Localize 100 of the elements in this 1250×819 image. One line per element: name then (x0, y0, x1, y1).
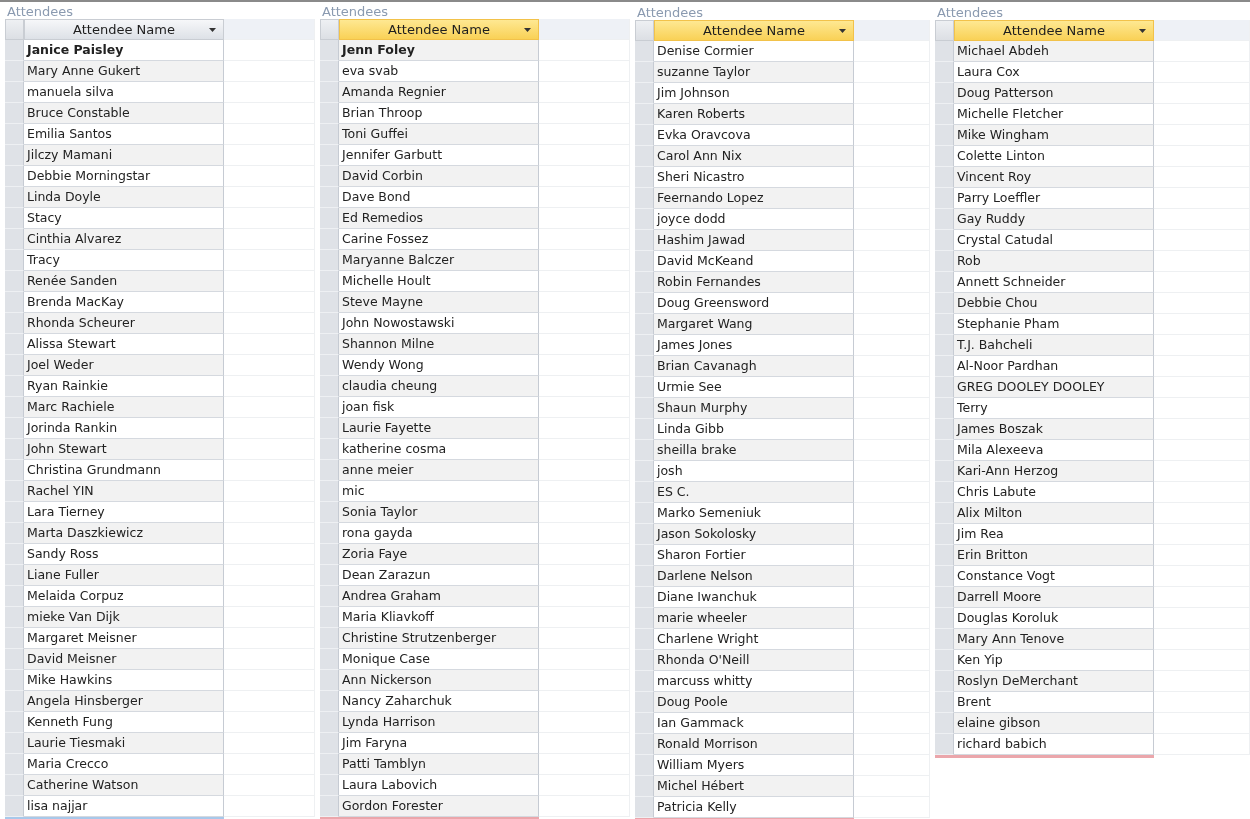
row-selector[interactable] (5, 775, 24, 796)
row-selector[interactable] (635, 545, 654, 566)
select-all-corner[interactable] (5, 19, 24, 40)
row-selector[interactable] (935, 41, 954, 62)
row-selector[interactable] (935, 545, 954, 566)
row-selector[interactable] (5, 229, 24, 250)
row-selector[interactable] (935, 503, 954, 524)
row-selector[interactable] (935, 125, 954, 146)
row-selector[interactable] (5, 292, 24, 313)
row-selector[interactable] (935, 440, 954, 461)
row-selector[interactable] (935, 272, 954, 293)
row-selector[interactable] (5, 250, 24, 271)
row-selector[interactable] (635, 62, 654, 83)
row-selector[interactable] (320, 796, 339, 817)
row-selector[interactable] (635, 335, 654, 356)
row-selector[interactable] (320, 166, 339, 187)
row-selector[interactable] (935, 188, 954, 209)
row-selector[interactable] (935, 587, 954, 608)
column-header[interactable]: Attendee Name (954, 20, 1154, 41)
row-selector[interactable] (935, 671, 954, 692)
row-selector[interactable] (935, 713, 954, 734)
row-selector[interactable] (635, 503, 654, 524)
row-selector[interactable] (935, 230, 954, 251)
row-selector[interactable] (320, 229, 339, 250)
row-selector[interactable] (635, 797, 654, 818)
row-selector[interactable] (635, 419, 654, 440)
row-selector[interactable] (5, 397, 24, 418)
row-selector[interactable] (5, 586, 24, 607)
row-selector[interactable] (635, 125, 654, 146)
row-selector[interactable] (320, 775, 339, 796)
row-selector[interactable] (5, 712, 24, 733)
row-selector[interactable] (935, 167, 954, 188)
row-selector[interactable] (5, 796, 24, 817)
row-selector[interactable] (635, 440, 654, 461)
row-selector[interactable] (935, 209, 954, 230)
row-selector[interactable] (635, 734, 654, 755)
row-selector[interactable] (635, 209, 654, 230)
row-selector[interactable] (635, 482, 654, 503)
row-selector[interactable] (635, 755, 654, 776)
row-selector[interactable] (320, 250, 339, 271)
row-selector[interactable] (320, 439, 339, 460)
row-selector[interactable] (320, 733, 339, 754)
select-all-corner[interactable] (635, 20, 654, 41)
row-selector[interactable] (5, 544, 24, 565)
row-selector[interactable] (320, 586, 339, 607)
row-selector[interactable] (935, 356, 954, 377)
row-selector[interactable] (635, 692, 654, 713)
row-selector[interactable] (320, 565, 339, 586)
row-selector[interactable] (935, 377, 954, 398)
new-record-row[interactable] (935, 755, 1154, 758)
row-selector[interactable] (635, 83, 654, 104)
row-selector[interactable] (320, 103, 339, 124)
row-selector[interactable] (635, 629, 654, 650)
row-selector[interactable] (5, 565, 24, 586)
row-selector[interactable] (5, 418, 24, 439)
row-selector[interactable] (5, 607, 24, 628)
row-selector[interactable] (635, 314, 654, 335)
row-selector[interactable] (320, 607, 339, 628)
column-header[interactable]: Attendee Name (339, 19, 539, 40)
select-all-corner[interactable] (935, 20, 954, 41)
row-selector[interactable] (320, 691, 339, 712)
row-selector[interactable] (5, 208, 24, 229)
row-selector[interactable] (935, 650, 954, 671)
row-selector[interactable] (935, 461, 954, 482)
column-header[interactable]: Attendee Name (24, 19, 224, 40)
row-selector[interactable] (935, 629, 954, 650)
row-selector[interactable] (5, 502, 24, 523)
row-selector[interactable] (935, 293, 954, 314)
row-selector[interactable] (320, 460, 339, 481)
row-selector[interactable] (635, 650, 654, 671)
row-selector[interactable] (5, 376, 24, 397)
row-selector[interactable] (935, 419, 954, 440)
row-selector[interactable] (320, 61, 339, 82)
row-selector[interactable] (635, 587, 654, 608)
row-selector[interactable] (5, 628, 24, 649)
row-selector[interactable] (320, 712, 339, 733)
row-selector[interactable] (5, 754, 24, 775)
row-selector[interactable] (5, 691, 24, 712)
column-header[interactable]: Attendee Name (654, 20, 854, 41)
row-selector[interactable] (320, 334, 339, 355)
row-selector[interactable] (635, 146, 654, 167)
row-selector[interactable] (320, 292, 339, 313)
row-selector[interactable] (635, 272, 654, 293)
row-selector[interactable] (5, 523, 24, 544)
row-selector[interactable] (5, 313, 24, 334)
row-selector[interactable] (5, 40, 24, 61)
row-selector[interactable] (320, 649, 339, 670)
row-selector[interactable] (635, 398, 654, 419)
row-selector[interactable] (635, 293, 654, 314)
row-selector[interactable] (635, 776, 654, 797)
row-selector[interactable] (5, 187, 24, 208)
row-selector[interactable] (320, 397, 339, 418)
row-selector[interactable] (5, 460, 24, 481)
row-selector[interactable] (935, 83, 954, 104)
row-selector[interactable] (5, 145, 24, 166)
row-selector[interactable] (320, 670, 339, 691)
row-selector[interactable] (635, 251, 654, 272)
row-selector[interactable] (320, 313, 339, 334)
row-selector[interactable] (320, 502, 339, 523)
row-selector[interactable] (935, 608, 954, 629)
